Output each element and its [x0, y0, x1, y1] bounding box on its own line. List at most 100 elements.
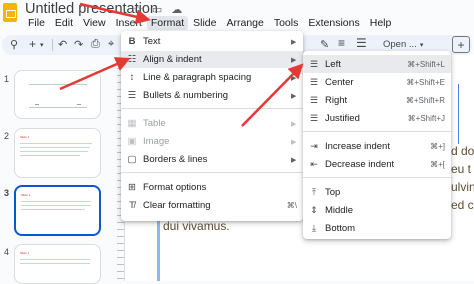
thumb-line [21, 209, 85, 210]
submenu-item-shortcut: ⌘+Shift+E [406, 77, 445, 87]
menu-extensions[interactable]: Extensions [303, 17, 364, 29]
chevron-right-icon: ▶ [291, 156, 297, 164]
thumb-line [21, 201, 91, 202]
menu-item-label: Line & paragraph spacing [143, 72, 252, 83]
submenu-item-center[interactable]: ☰ Center ⌘+Shift+E [303, 73, 451, 91]
slide-thumbnail-4[interactable]: Slide 1 [14, 244, 101, 284]
align-center-icon: ☰ [309, 76, 319, 87]
thumb-line [20, 155, 80, 156]
menu-file[interactable]: File [23, 17, 50, 29]
chevron-right-icon: ▶ [291, 120, 297, 128]
submenu-item-bottom[interactable]: ⤓ Bottom [303, 219, 451, 237]
line-spacing-icon: ↕ [129, 72, 135, 83]
menu-item-label: Table [143, 118, 166, 129]
submenu-item-shortcut: ⌘+Shift+R [405, 95, 445, 105]
submenu-item-top[interactable]: ⤒ Top [303, 183, 451, 201]
menu-item-align-indent[interactable]: ☷ Align & indent ▶ [121, 51, 303, 68]
line-dash-icon[interactable]: ☰ [356, 36, 367, 50]
submenu-item-label: Bottom [325, 222, 356, 234]
thumb-title-line [29, 84, 87, 85]
menu-item-line-spacing[interactable]: ↕ Line & paragraph spacing ▶ [121, 69, 303, 86]
format-menu: B Text ▶ ☷ Align & indent ▶ ↕ Line & par… [121, 31, 303, 221]
slide-thumbnail-2[interactable]: Slide 1 [14, 128, 101, 178]
menu-item-table: ▦ Table ▶ [121, 115, 303, 132]
text-box-edge [458, 84, 459, 144]
menu-slide[interactable]: Slide [188, 17, 221, 29]
slide-thumbnail-1[interactable] [14, 70, 101, 119]
menu-item-format-options[interactable]: ⊞ Format options [121, 179, 303, 196]
align-indent-submenu: ☰ Left ⌘+Shift+L ☰ Center ⌘+Shift+E ☰ Ri… [303, 51, 451, 239]
menu-item-label: Text [143, 36, 161, 47]
paint-format-icon[interactable]: ⌖ [108, 38, 114, 51]
search-icon[interactable]: ⚲ [10, 38, 18, 51]
thumb-line [21, 205, 91, 206]
menu-item-label: Align & indent [143, 54, 202, 65]
align-right-icon: ☰ [309, 94, 319, 105]
menu-item-clear-formatting[interactable]: T̸ Clear formatting ⌘\ [121, 197, 303, 214]
submenu-item-label: Middle [325, 204, 353, 216]
thumb-line [20, 263, 90, 264]
thumb-line [20, 143, 92, 144]
submenu-item-shortcut: ⌘+Shift+L [407, 59, 445, 69]
menu-insert[interactable]: Insert [111, 17, 147, 29]
slide-number: 3 [4, 188, 10, 198]
chevron-right-icon: ▶ [291, 74, 297, 82]
slide-text-line: d dol [451, 144, 474, 158]
align-justify-icon: ☰ [309, 112, 319, 123]
align-left-icon: ☰ [309, 58, 319, 69]
redo-icon[interactable]: ↷ [74, 38, 83, 51]
submenu-item-label: Center [325, 76, 354, 88]
add-button[interactable]: + [452, 36, 470, 53]
menu-item-text[interactable]: B Text ▶ [121, 33, 303, 50]
slide-number: 1 [4, 74, 10, 84]
thumb-line [20, 151, 88, 152]
table-icon: ▦ [127, 118, 137, 129]
thumb-line [35, 104, 39, 105]
thumb-slide-label: Slide 1 [20, 135, 30, 139]
menu-format[interactable]: Format [146, 16, 189, 30]
submenu-item-decrease-indent[interactable]: ⇤ Decrease indent ⌘+[ [303, 155, 451, 173]
submenu-item-middle[interactable]: ⇕ Middle [303, 201, 451, 219]
submenu-item-increase-indent[interactable]: ⇥ Increase indent ⌘+] [303, 137, 451, 155]
pen-icon[interactable]: ✎ [320, 38, 329, 51]
format-options-icon: ⊞ [128, 182, 136, 193]
menu-tools[interactable]: Tools [269, 17, 304, 29]
menu-divider [121, 108, 303, 109]
open-label: Open ... [383, 39, 417, 50]
menu-item-borders[interactable]: ▢ Borders & lines ▶ [121, 151, 303, 168]
undo-icon[interactable]: ↶ [58, 38, 67, 51]
submenu-item-label: Decrease indent [325, 158, 395, 170]
submenu-item-justified[interactable]: ☰ Justified ⌘+Shift+J [303, 109, 451, 127]
chevron-right-icon: ▶ [291, 56, 297, 64]
slide-number: 2 [4, 131, 10, 141]
print-icon[interactable]: ⎙ [91, 38, 100, 51]
menu-help[interactable]: Help [365, 17, 397, 29]
submenu-item-right[interactable]: ☰ Right ⌘+Shift+R [303, 91, 451, 109]
line-weight-icon[interactable]: ≡ [338, 36, 345, 50]
menu-item-shortcut: ⌘\ [286, 201, 297, 210]
open-button[interactable]: Open ... ▾ [377, 37, 429, 52]
chevron-right-icon: ▶ [291, 92, 297, 100]
chevron-down-icon[interactable]: ▾ [40, 41, 44, 49]
submenu-item-label: Right [325, 94, 348, 106]
decrease-indent-icon: ⇤ [310, 158, 318, 169]
borders-icon: ▢ [127, 154, 137, 165]
submenu-item-label: Top [325, 186, 341, 198]
menu-edit[interactable]: Edit [50, 17, 78, 29]
chevron-down-icon: ▾ [419, 41, 424, 49]
submenu-item-label: Increase indent [325, 140, 390, 152]
menu-view[interactable]: View [78, 17, 111, 29]
menu-arrange[interactable]: Arrange [221, 17, 268, 29]
increase-indent-icon: ⇥ [310, 140, 318, 151]
menu-item-bullets[interactable]: ☰ Bullets & numbering ▶ [121, 87, 303, 104]
slides-logo-icon[interactable] [3, 3, 17, 22]
menu-item-label: Format options [143, 182, 207, 193]
submenu-item-shortcut: ⌘+] [430, 141, 445, 151]
slide-thumbnail-3[interactable]: Slide 1 [14, 185, 101, 236]
submenu-item-left[interactable]: ☰ Left ⌘+Shift+L [303, 55, 451, 73]
bold-icon: B [128, 36, 136, 47]
menu-divider [303, 177, 451, 178]
clear-formatting-icon: T̸ [129, 200, 135, 211]
menu-bar: File Edit View Insert Format Slide Arran… [23, 15, 396, 31]
new-slide-icon[interactable]: + [29, 37, 36, 51]
